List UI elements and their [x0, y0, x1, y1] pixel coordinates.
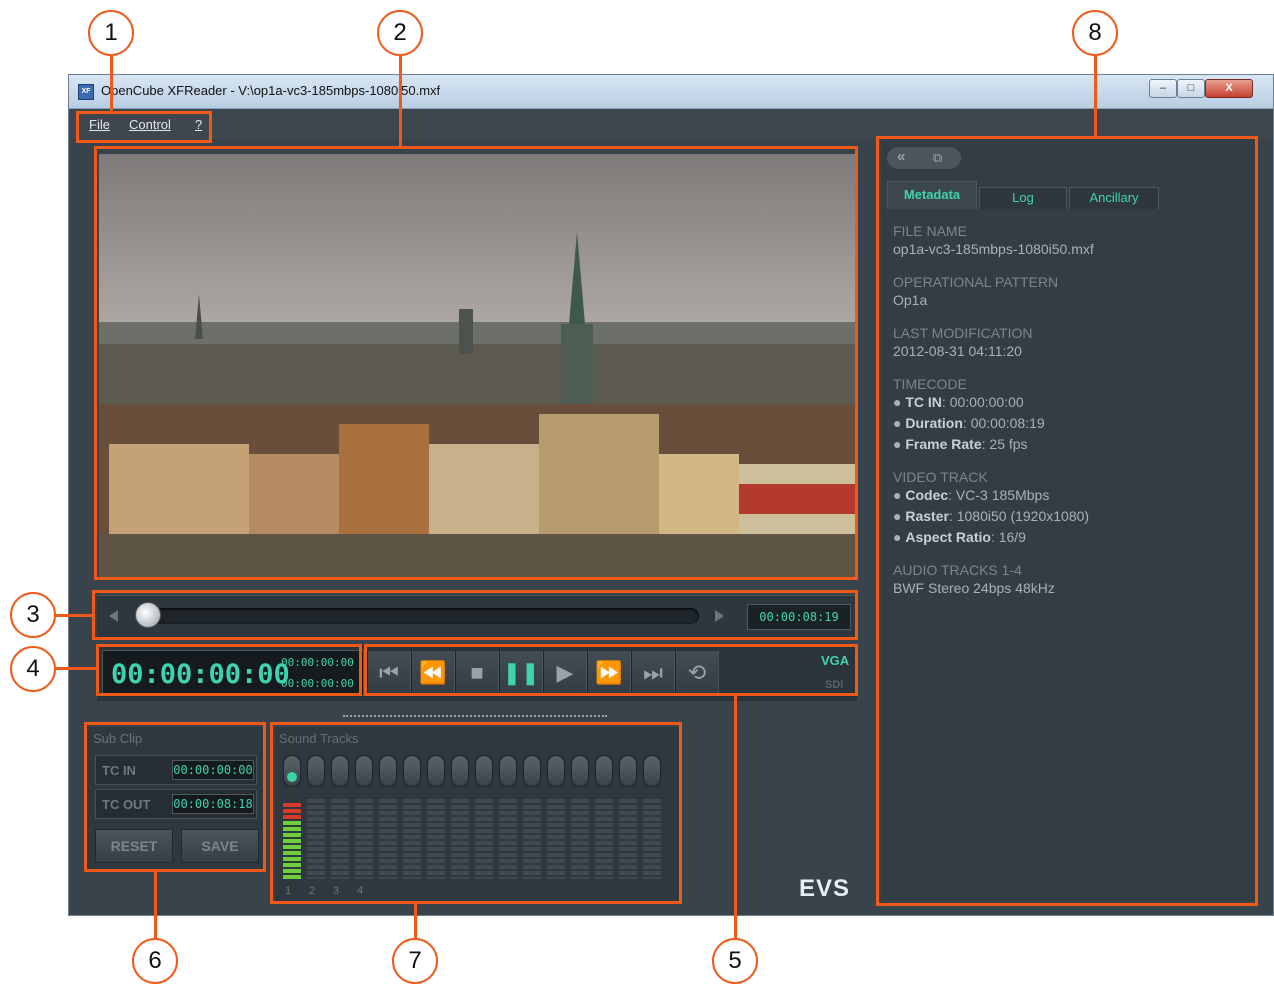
callout-line-7: [414, 902, 417, 940]
app-icon: XF: [78, 84, 94, 100]
callout-line-5: [734, 694, 737, 940]
maximize-button[interactable]: □: [1177, 79, 1205, 98]
minimize-button[interactable]: –: [1149, 79, 1177, 98]
callout-box-5: [364, 644, 858, 696]
callout-badge-8: 8: [1072, 10, 1118, 56]
title-bar[interactable]: XF OpenCube XFReader - V:\op1a-vc3-185mb…: [69, 75, 1273, 109]
callout-badge-1: 1: [88, 10, 134, 56]
callout-line-3: [56, 614, 94, 617]
callout-line-1: [110, 56, 113, 112]
callout-badge-7: 7: [392, 938, 438, 984]
callout-box-4: [96, 644, 362, 696]
callout-badge-2: 2: [377, 10, 423, 56]
callout-line-4: [56, 667, 98, 670]
menu-bar: File Control ?: [69, 109, 1273, 139]
callout-box-2: [94, 146, 858, 580]
callout-box-7: [270, 722, 682, 904]
splitter-handle[interactable]: [343, 715, 607, 717]
callout-line-2: [399, 56, 402, 148]
callout-box-6: [84, 722, 266, 872]
evs-logo: EVS: [799, 875, 851, 902]
callout-badge-6: 6: [132, 938, 178, 984]
callout-line-8: [1094, 56, 1097, 138]
callout-line-6: [154, 870, 157, 940]
window-title: OpenCube XFReader - V:\op1a-vc3-185mbps-…: [101, 83, 441, 98]
callout-box-1: [76, 111, 212, 143]
callout-badge-4: 4: [10, 646, 56, 692]
callout-box-8: [876, 136, 1258, 906]
close-button[interactable]: X: [1205, 79, 1253, 98]
callout-badge-3: 3: [10, 592, 56, 638]
callout-badge-5: 5: [712, 938, 758, 984]
callout-box-3: [92, 590, 858, 640]
